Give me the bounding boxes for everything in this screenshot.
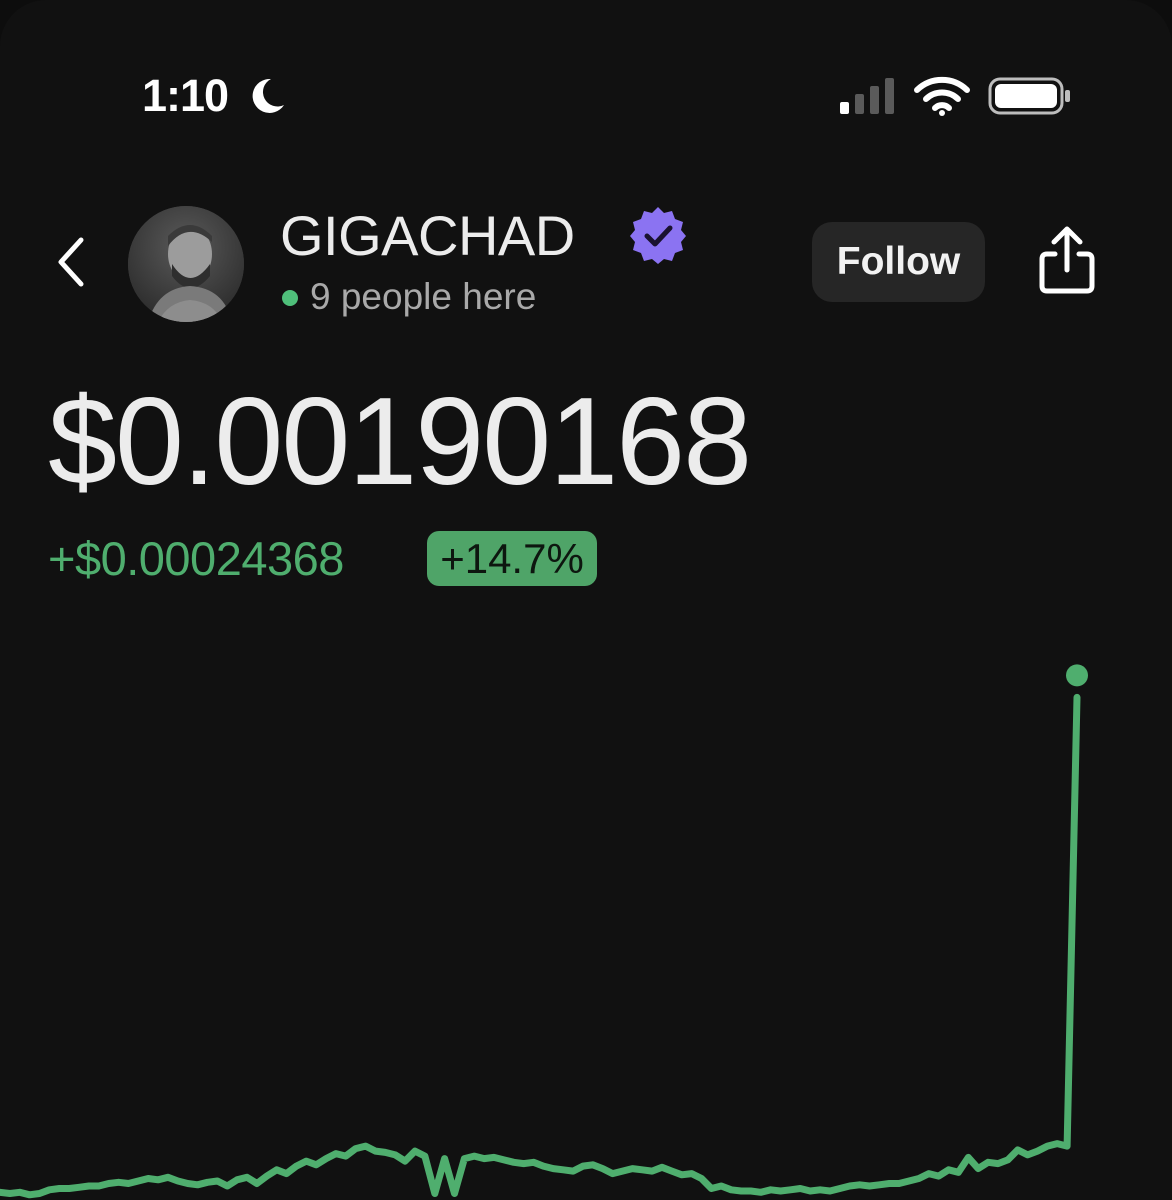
price-chart[interactable] bbox=[0, 600, 1172, 1200]
wifi-icon bbox=[914, 76, 970, 116]
battery-icon bbox=[988, 77, 1070, 115]
avatar-image bbox=[128, 206, 244, 322]
screen: 1:10 GIGACHAD 9 people here Follow $0.00… bbox=[0, 0, 1172, 1200]
chevron-left-icon bbox=[58, 237, 84, 287]
latest-price-marker bbox=[1066, 664, 1088, 687]
online-dot-icon bbox=[282, 290, 298, 306]
follow-button[interactable]: Follow bbox=[812, 222, 985, 302]
cellular-signal-icon bbox=[840, 78, 894, 114]
share-icon bbox=[1039, 226, 1095, 294]
price-change-percent-badge: +14.7% bbox=[427, 531, 597, 586]
presence-text: 9 people here bbox=[310, 276, 537, 317]
status-time: 1:10 bbox=[142, 70, 229, 121]
avatar[interactable] bbox=[128, 206, 244, 322]
back-button[interactable] bbox=[44, 232, 96, 292]
price-value: $0.00190168 bbox=[48, 373, 752, 511]
price-change-amount: +$0.00024368 bbox=[48, 532, 344, 585]
status-bar: 1:10 bbox=[0, 60, 1172, 136]
presence-indicator: 9 people here bbox=[282, 276, 536, 318]
verified-badge-icon bbox=[630, 207, 686, 264]
share-button[interactable] bbox=[1030, 222, 1104, 300]
coin-name: GIGACHAD bbox=[280, 204, 575, 267]
price-line bbox=[0, 693, 1081, 1199]
moon-icon bbox=[252, 78, 284, 113]
